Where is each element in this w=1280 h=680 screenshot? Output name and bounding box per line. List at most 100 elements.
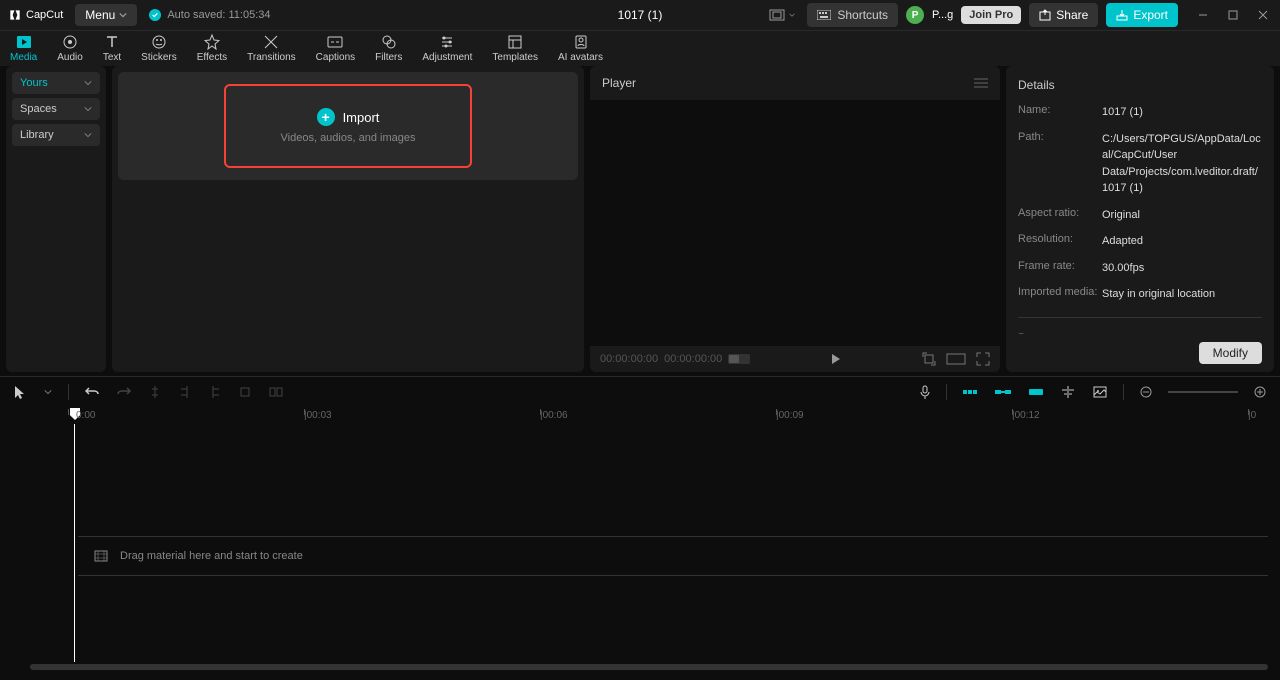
media-panel: + Import Videos, audios, and images bbox=[112, 66, 584, 372]
timeline-body[interactable]: Drag material here and start to create bbox=[0, 424, 1280, 672]
titlebar-left: CapCut Menu Auto saved: 11:05:34 bbox=[8, 4, 270, 26]
sidebar-item-library[interactable]: Library bbox=[12, 124, 100, 146]
tool-transitions[interactable]: Transitions bbox=[237, 31, 306, 66]
audio-icon bbox=[62, 34, 78, 50]
titlebar: CapCut Menu Auto saved: 11:05:34 1017 (1… bbox=[0, 0, 1280, 30]
captions-icon bbox=[327, 34, 343, 50]
time-display: 00:00:00:00 00:00:00:00 bbox=[600, 353, 750, 365]
ratio-icon bbox=[769, 9, 785, 21]
magnet-link-button[interactable] bbox=[993, 385, 1013, 399]
shortcuts-button[interactable]: Shortcuts bbox=[807, 3, 898, 27]
pointer-tool[interactable] bbox=[12, 383, 28, 401]
share-button[interactable]: Share bbox=[1029, 3, 1098, 27]
delete-left-button[interactable] bbox=[177, 383, 193, 401]
details-title: Details bbox=[1006, 66, 1274, 104]
tool-captions[interactable]: Captions bbox=[306, 31, 365, 66]
export-button[interactable]: Export bbox=[1106, 3, 1178, 27]
logo-icon bbox=[8, 8, 22, 22]
player-panel: Player 00:00:00:00 00:00:00:00 bbox=[590, 66, 1000, 372]
play-icon bbox=[830, 353, 842, 365]
timeline-ruler[interactable]: 0:00 |00:03 |00:06 |00:09 |00:12 |0 bbox=[0, 406, 1280, 424]
horizontal-scrollbar[interactable] bbox=[30, 664, 1268, 670]
close-button[interactable] bbox=[1254, 6, 1272, 24]
detail-imported: Imported media: Stay in original locatio… bbox=[1018, 286, 1262, 303]
stickers-icon bbox=[151, 34, 167, 50]
divider bbox=[946, 384, 947, 400]
menu-button[interactable]: Menu bbox=[75, 4, 137, 26]
check-icon bbox=[149, 9, 161, 21]
magnet-main-button[interactable] bbox=[961, 385, 979, 399]
divider bbox=[1123, 384, 1124, 400]
fullscreen-icon[interactable] bbox=[976, 352, 990, 366]
divider bbox=[68, 384, 69, 400]
tool-ai-avatars[interactable]: AI avatars bbox=[548, 31, 613, 66]
aspect-ratio-button[interactable] bbox=[765, 5, 799, 25]
project-title: 1017 (1) bbox=[618, 8, 663, 22]
play-button[interactable] bbox=[830, 353, 842, 365]
app-logo: CapCut bbox=[8, 8, 63, 22]
detail-resolution: Resolution: Adapted bbox=[1018, 233, 1262, 250]
split-button[interactable] bbox=[147, 383, 163, 401]
player-menu-button[interactable] bbox=[974, 78, 988, 88]
chevron-down-icon bbox=[84, 105, 92, 113]
tool-templates[interactable]: Templates bbox=[482, 31, 548, 66]
sidebar-item-spaces[interactable]: Spaces bbox=[12, 98, 100, 120]
crop-button[interactable] bbox=[237, 384, 253, 400]
zoom-out-button[interactable] bbox=[1138, 384, 1154, 400]
detail-aspect: Aspect ratio: Original bbox=[1018, 207, 1262, 224]
zoom-in-button[interactable] bbox=[1252, 384, 1268, 400]
player-controls: 00:00:00:00 00:00:00:00 bbox=[590, 346, 1000, 372]
playhead-line[interactable] bbox=[74, 424, 75, 662]
minimize-button[interactable] bbox=[1194, 6, 1212, 24]
toolbar: Media Audio Text Stickers Effects Transi… bbox=[0, 30, 1280, 66]
tool-stickers[interactable]: Stickers bbox=[131, 31, 187, 66]
redo-button[interactable] bbox=[115, 384, 133, 400]
scrollbar-thumb[interactable] bbox=[30, 664, 1268, 670]
pointer-dropdown[interactable] bbox=[42, 386, 54, 398]
ratio-icon[interactable] bbox=[946, 353, 966, 365]
join-pro-button[interactable]: Join Pro bbox=[961, 6, 1021, 24]
tool-media[interactable]: Media bbox=[0, 31, 47, 66]
templates-icon bbox=[507, 34, 523, 50]
detail-path: Path: C:/Users/TOPGUS/AppData/Local/CapC… bbox=[1018, 131, 1262, 197]
sidebar-item-yours[interactable]: Yours bbox=[12, 72, 100, 94]
delete-right-button[interactable] bbox=[207, 383, 223, 401]
tool-adjustment[interactable]: Adjustment bbox=[412, 31, 482, 66]
media-sidebar: Yours Spaces Library bbox=[6, 66, 106, 372]
scale-icon[interactable] bbox=[922, 352, 936, 366]
track-dropzone[interactable]: Drag material here and start to create bbox=[78, 536, 1268, 576]
transitions-icon bbox=[263, 34, 279, 50]
ruler-mark: |00:12 bbox=[1012, 406, 1248, 424]
tool-text[interactable]: Text bbox=[93, 31, 131, 66]
tool-audio[interactable]: Audio bbox=[47, 31, 93, 66]
media-icon bbox=[16, 34, 32, 50]
modify-button[interactable]: Modify bbox=[1199, 342, 1262, 364]
plus-icon: + bbox=[317, 108, 335, 126]
main-area: Yours Spaces Library + Import Videos, au… bbox=[0, 66, 1280, 372]
tool-filters[interactable]: Filters bbox=[365, 31, 412, 66]
filters-icon bbox=[381, 34, 397, 50]
zoom-slider[interactable] bbox=[1168, 391, 1238, 393]
media-dropzone: + Import Videos, audios, and images bbox=[118, 72, 578, 180]
player-viewport[interactable] bbox=[590, 100, 1000, 346]
align-button[interactable] bbox=[1059, 384, 1077, 400]
user-avatar[interactable]: P bbox=[906, 6, 924, 24]
mic-button[interactable] bbox=[918, 383, 932, 401]
effects-icon bbox=[204, 34, 220, 50]
undo-button[interactable] bbox=[83, 384, 101, 400]
preview-axis-button[interactable] bbox=[1027, 385, 1045, 399]
chevron-down-icon bbox=[789, 12, 795, 18]
import-box[interactable]: + Import Videos, audios, and images bbox=[224, 84, 473, 168]
autosave-status: Auto saved: 11:05:34 bbox=[149, 9, 270, 21]
share-icon bbox=[1039, 9, 1051, 21]
tool-effects[interactable]: Effects bbox=[187, 31, 237, 66]
ruler-mark: |00:03 bbox=[304, 406, 540, 424]
player-title: Player bbox=[602, 76, 636, 90]
import-hint: Videos, audios, and images bbox=[281, 132, 416, 144]
time-toggle-icon[interactable] bbox=[728, 354, 750, 364]
mirror-button[interactable] bbox=[267, 384, 285, 400]
maximize-button[interactable] bbox=[1224, 6, 1242, 24]
divider bbox=[1018, 317, 1262, 318]
detail-framerate: Frame rate: 30.00fps bbox=[1018, 260, 1262, 277]
cover-button[interactable] bbox=[1091, 384, 1109, 400]
